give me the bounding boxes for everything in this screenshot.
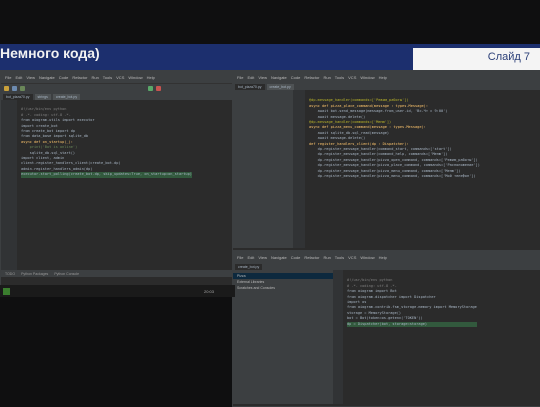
menu-item[interactable]: Edit (15, 75, 22, 80)
right-code-editor[interactable]: @dp.message_handler(commands=['Режим_раб… (305, 90, 480, 248)
menu-item[interactable]: VCS (348, 255, 356, 260)
menu-item[interactable]: Tools (103, 75, 112, 80)
menu-item[interactable]: Help (147, 75, 155, 80)
start-icon[interactable] (3, 287, 10, 295)
bottom-tab-bar: create_bot.py (233, 263, 540, 270)
code-line: dp.register_message_handler(pizza_place_… (309, 163, 480, 168)
menu-item[interactable]: Help (379, 75, 387, 80)
menu-item[interactable]: File (5, 75, 11, 80)
run-icon[interactable] (148, 86, 153, 91)
code-line: executor.start_polling(create_bot.dp, sk… (21, 172, 192, 178)
menu-item[interactable]: Code (59, 75, 69, 80)
menu-item[interactable]: File (237, 255, 243, 260)
menu-item[interactable]: View (26, 75, 35, 80)
menu-item[interactable]: Tools (335, 255, 344, 260)
menu-item[interactable]: Navigate (271, 255, 287, 260)
left-code-editor[interactable]: #!/usr/bin/env python # -*- coding: utf-8… (17, 100, 192, 270)
taskbar: 20:03 (0, 285, 235, 297)
menu-item[interactable]: Run (91, 75, 98, 80)
bottom-line-gutter (333, 270, 343, 404)
menu-item[interactable]: Window (128, 75, 142, 80)
refresh-icon[interactable] (20, 86, 25, 91)
menu-item[interactable]: Code (291, 75, 301, 80)
right-tab-bar: bot_pizza70.py create_bot.py (233, 83, 540, 90)
code-line: dp = Dispatcher(bot, storage=storage) (347, 321, 477, 328)
menu-item[interactable]: Navigate (39, 75, 55, 80)
bottom-ide-window: File Edit View Navigate Code Refactor Run Tools… (232, 250, 540, 407)
menu-item[interactable]: File (237, 75, 243, 80)
code-line: dp.register_message_handler(pizza_menu_c… (309, 174, 476, 179)
folder-icon[interactable] (4, 86, 9, 91)
slide-number-box: Слайд 7 (413, 48, 540, 70)
menu-item[interactable]: Refactor (304, 255, 319, 260)
right-menu-bar: File Edit View Navigate Code Refactor Run Tools… (233, 71, 540, 83)
python-packages-tab[interactable]: Python Packages (21, 272, 48, 276)
tree-item-scratches[interactable]: Scratches and Consoles (233, 285, 333, 291)
left-ide-window: File Edit View Navigate Code Refactor Run Tools… (0, 70, 234, 287)
slide-number: Слайд 7 (487, 51, 530, 63)
debug-icon[interactable] (156, 86, 161, 91)
menu-item[interactable]: Window (360, 75, 374, 80)
menu-item[interactable]: Edit (247, 75, 254, 80)
right-ide-window: File Edit View Navigate Code Refactor Run Tools… (232, 70, 540, 252)
bottom-project-panel: Pizza External Libraries Scratches and C… (233, 270, 333, 404)
save-icon[interactable] (12, 86, 17, 91)
taskbar-clock: 20:03 (204, 288, 215, 294)
menu-item[interactable]: Window (360, 255, 374, 260)
menu-item[interactable]: Help (379, 255, 387, 260)
left-line-gutter (1, 100, 17, 270)
menu-item[interactable]: Refactor (304, 75, 319, 80)
menu-item[interactable]: VCS (348, 75, 356, 80)
right-project-panel (233, 90, 293, 248)
todo-tab[interactable]: TODO (5, 272, 15, 276)
python-console-tab[interactable]: Python Console (54, 272, 79, 276)
menu-item[interactable]: Tools (335, 75, 344, 80)
right-line-gutter (293, 90, 305, 248)
menu-item[interactable]: VCS (116, 75, 124, 80)
menu-item[interactable]: Refactor (72, 75, 87, 80)
slide-title: Немного кода) (0, 45, 100, 61)
bottom-menu-bar: File Edit View Navigate Code Refactor Run Tools… (233, 251, 540, 263)
left-tab-bar: bot_pizza70.py strings create_bot.py (1, 93, 233, 100)
menu-item[interactable]: Run (323, 255, 330, 260)
left-status-bar: TODO Python Packages Python Console (1, 270, 233, 277)
menu-item[interactable]: Navigate (271, 75, 287, 80)
menu-item[interactable]: Edit (247, 255, 254, 260)
menu-item[interactable]: Code (291, 255, 301, 260)
menu-item[interactable]: View (258, 75, 267, 80)
bottom-code-editor[interactable]: #!/usr/bin/env python # -*- coding: utf-8… (343, 270, 477, 404)
left-menu-bar: File Edit View Navigate Code Refactor Run Tools… (1, 71, 233, 83)
menu-item[interactable]: View (258, 255, 267, 260)
menu-item[interactable]: Run (323, 75, 330, 80)
left-toolbar (1, 83, 233, 93)
